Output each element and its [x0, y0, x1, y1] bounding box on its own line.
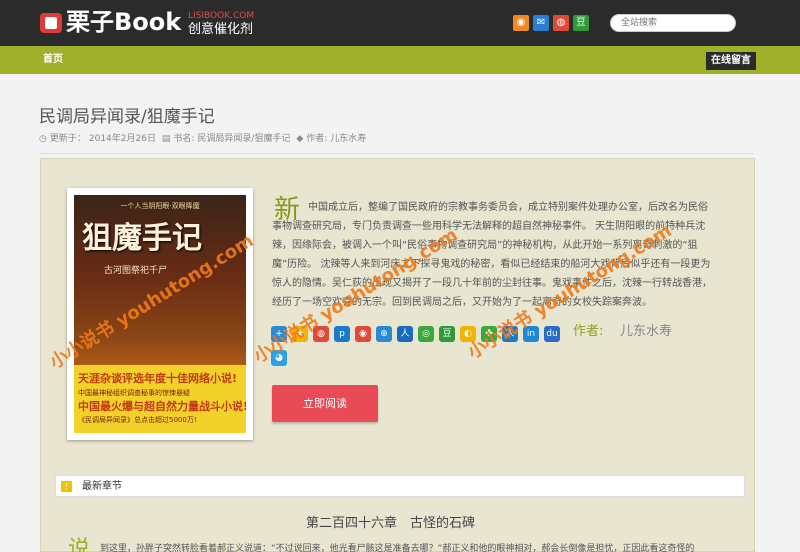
share-more-icon[interactable]: + [271, 326, 287, 342]
book-meta: ◷ 更新于： 2014年2月26日 ▤ 书名: 民调局异闻录/狙魔手记 ◆ 作者: 儿东水寿 [39, 133, 369, 145]
rss-icon[interactable]: ◉ [513, 15, 529, 31]
cover-band-line1: 天涯杂谈评选年度十佳网络小说! [78, 372, 238, 385]
search-input[interactable] [610, 14, 736, 32]
logo-tagline: 创意催化剂 [188, 22, 254, 37]
weibo-icon[interactable]: ◍ [553, 15, 569, 31]
cover-top-text: 一个人当阴阳眼·双眼降魔 [120, 202, 200, 210]
book-icon: ▤ [161, 134, 171, 144]
book-cover[interactable]: 一个人当阴阳眼·双眼降魔 狙魔手记 古河图祭祀千尸 天涯杂谈评选年度十佳网络小说… [67, 188, 253, 440]
share-renren-icon[interactable]: p [334, 326, 350, 342]
updated-label: 更新于： [49, 134, 86, 144]
cover-band-line4: 《民调局异闻录》总点击超过5000万! [78, 416, 197, 424]
share-weibo-icon[interactable]: ◍ [313, 326, 329, 342]
share-qq-icon[interactable]: ◐ [460, 326, 476, 342]
logo-text[interactable]: 栗子Book [66, 8, 181, 36]
share-du-icon[interactable]: du [544, 326, 560, 342]
share-linkedin-icon[interactable]: in [523, 326, 539, 342]
share-douban-icon[interactable]: ⊕ [376, 326, 392, 342]
nav-home[interactable]: 首页 [43, 53, 63, 67]
share-qzone-icon[interactable]: ★ [292, 326, 308, 342]
bookname-link[interactable]: 民调局异闻录/狙魔手记 [197, 134, 290, 144]
share-renren2-icon[interactable]: 人 [502, 326, 518, 342]
chapter-excerpt: 到这里，孙胖子突然转脸看着郝正义说道：“不过说回来，他光看尸骸这是准备去哪？”郝… [100, 544, 695, 552]
nav-guestbook-button[interactable]: 在线留言 [706, 52, 756, 70]
latest-icon: ! [61, 481, 72, 492]
divider [39, 153, 754, 154]
author-label: 作者: [573, 324, 604, 339]
cover-subtitle: 古河图祭祀千尸 [104, 266, 168, 276]
share-qqchat-icon[interactable]: ◕ [271, 350, 287, 366]
share-clover-icon[interactable]: ✤ [481, 326, 497, 342]
logo-book-icon[interactable] [40, 13, 62, 33]
share-douban2-icon[interactable]: 豆 [439, 326, 455, 342]
updated-date: 2014年2月26日 [88, 134, 156, 144]
page-title: 民调局异闻录/狙魔手记 [39, 107, 215, 127]
top-header: 栗子Book LISIBOOK.COM 创意催化剂 ◉ ✉ ◍ 豆 [0, 0, 800, 46]
cover-band-line3: 中国最火爆与超自然力量战斗小说! [78, 400, 246, 413]
author-name[interactable]: 儿东水寿 [620, 324, 672, 340]
cover-art: 一个人当阴阳眼·双眼降魔 狙魔手记 古河图祭祀千尸 天涯杂谈评选年度十佳网络小说… [74, 195, 246, 433]
clock-icon: ◷ [39, 134, 47, 144]
chapter-title[interactable]: 第二百四十六章 古怪的石碑 [306, 515, 475, 533]
mail-icon[interactable]: ✉ [533, 15, 549, 31]
author-meta-link[interactable]: 儿东水寿 [330, 134, 366, 144]
share-kaixin-icon[interactable]: ◉ [355, 326, 371, 342]
author-meta-label: 作者: [306, 134, 328, 144]
logo-domain: LISIBOOK.COM [188, 11, 255, 21]
share-tqq-icon[interactable]: 人 [397, 326, 413, 342]
latest-chapters-bar: ! 最新章节 [55, 475, 745, 497]
latest-label: 最新章节 [82, 481, 122, 492]
chapter-dropcap: 说 [68, 537, 91, 552]
main-nav: 首页 [0, 46, 800, 74]
douban-icon[interactable]: 豆 [573, 15, 589, 31]
cover-title: 狙魔手记 [82, 221, 202, 256]
book-intro: 中国成立后，整编了国民政府的宗教事务委员会，成立特别案件处理办公室，后改名为民俗… [272, 202, 712, 308]
cover-band-line2: 中国最神秘组织调查秘事的惊悚悬疑 [78, 389, 190, 397]
tag-icon: ◆ [296, 134, 304, 144]
read-now-button[interactable]: 立即阅读 [272, 385, 378, 422]
bookname-label: 书名: [173, 134, 195, 144]
share-wechat-icon[interactable]: ◎ [418, 326, 434, 342]
